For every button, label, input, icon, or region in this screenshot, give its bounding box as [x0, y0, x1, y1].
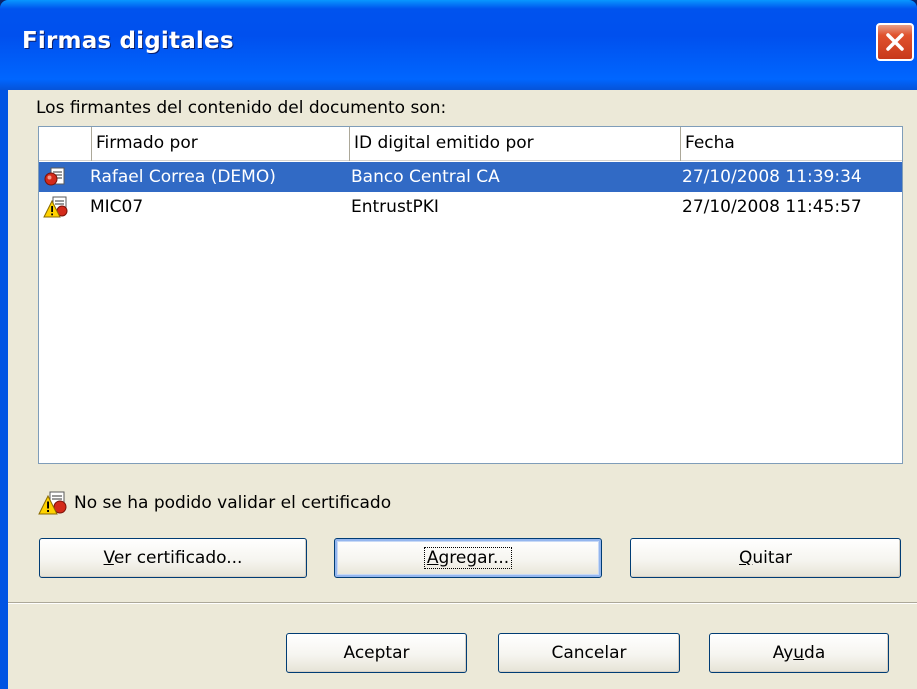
view-certificate-rest: er certificado... — [113, 548, 243, 568]
signature-warning-icon — [43, 192, 73, 222]
ok-label: Aceptar — [343, 643, 410, 663]
signed-by-cell: MIC07 — [90, 197, 144, 217]
column-header-signed-by[interactable]: Firmado por — [92, 127, 350, 161]
signatures-list[interactable]: Firmado por ID digital emitido por Fecha… — [38, 126, 903, 464]
remove-label: Quitar — [739, 548, 792, 568]
column-header-icon[interactable] — [39, 127, 92, 161]
close-button[interactable] — [876, 23, 914, 61]
help-accel: u — [793, 643, 805, 663]
dialog-body: Los firmantes del contenido del document… — [8, 90, 917, 689]
signature-valid-icon — [43, 162, 73, 192]
close-icon — [886, 33, 904, 51]
table-row-signature-1[interactable]: Rafael Correa (DEMO) Banco Central CA 27… — [39, 162, 902, 192]
issuer-cell: EntrustPKI — [351, 197, 439, 217]
remove-button[interactable]: Quitar — [630, 538, 901, 578]
help-button[interactable]: Ayuda — [709, 633, 889, 673]
add-button[interactable]: Agregar... — [334, 538, 602, 578]
column-header-date[interactable]: Fecha — [681, 127, 902, 161]
separator — [8, 602, 917, 604]
date-cell: 27/10/2008 11:45:57 — [682, 197, 862, 217]
view-certificate-button[interactable]: Ver certificado... — [39, 538, 307, 578]
view-certificate-label: Ver certificado... — [104, 548, 243, 568]
view-certificate-accel: V — [103, 548, 114, 568]
column-header-issuer[interactable]: ID digital emitido por — [350, 127, 681, 161]
signers-intro-label: Los firmantes del contenido del document… — [36, 98, 447, 118]
table-row-signature-2[interactable]: MIC07 EntrustPKI 27/10/2008 11:45:57 — [39, 192, 902, 222]
add-accel: A — [426, 548, 439, 568]
date-cell: 27/10/2008 11:39:34 — [682, 167, 862, 187]
add-rest: gregar... — [438, 548, 510, 568]
list-header: Firmado por ID digital emitido por Fecha — [39, 127, 902, 161]
validation-status-text: No se ha podido validar el certificado — [74, 493, 392, 513]
remove-rest: uitar — [752, 548, 792, 568]
cancel-label: Cancelar — [551, 643, 627, 663]
add-label: Agregar... — [423, 547, 513, 569]
help-label: Ayuda — [773, 643, 826, 663]
help-pre: Ay — [772, 643, 794, 663]
dialog-window: Firmas digitales Los firmantes del conte… — [0, 0, 917, 689]
validation-status: No se ha podido validar el certificado — [38, 488, 391, 518]
window-title: Firmas digitales — [22, 28, 234, 54]
ok-button[interactable]: Aceptar — [286, 633, 467, 673]
cancel-button[interactable]: Cancelar — [498, 633, 680, 673]
issuer-cell: Banco Central CA — [351, 167, 500, 187]
certificate-warning-icon — [38, 490, 68, 516]
signed-by-cell: Rafael Correa (DEMO) — [90, 167, 276, 187]
help-post: da — [804, 643, 826, 663]
title-bar[interactable]: Firmas digitales — [0, 0, 917, 90]
remove-accel: Q — [739, 548, 753, 568]
